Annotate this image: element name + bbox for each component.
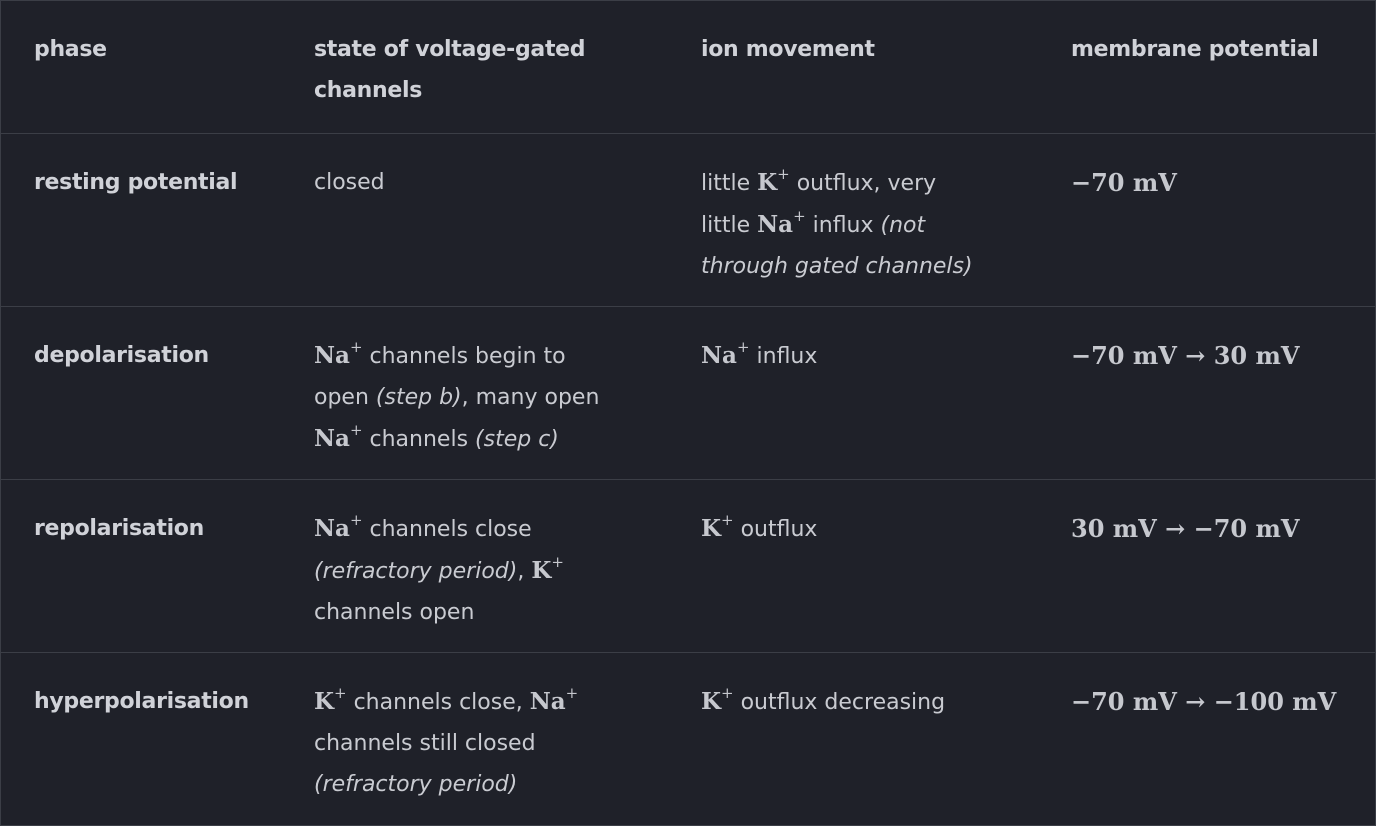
state-cell: Na+ channels begin to open (step b), man… — [281, 305, 668, 479]
state-note: (step c) — [475, 426, 559, 452]
state-text: channels open — [314, 599, 475, 625]
state-text: channels close — [362, 516, 532, 542]
ion-cell: K+ outflux — [668, 478, 1038, 652]
state-line-3: channels open — [314, 592, 654, 633]
ion-na: Na+ — [314, 510, 363, 542]
state-note: (step b) — [375, 384, 462, 410]
ion-k: K+ — [701, 683, 734, 715]
state-text: closed — [314, 169, 385, 195]
potential-value: −70 mV → −100 mV — [1071, 686, 1337, 716]
state-text: , many open — [461, 384, 600, 410]
state-line-1: Na+ channels close — [314, 508, 654, 550]
ion-text: outflux, very — [789, 170, 937, 196]
state-text: channels begin to — [362, 343, 566, 369]
state-line-3: Na+ channels (step c) — [314, 418, 654, 460]
header-membrane-potential: membrane potential — [1071, 37, 1319, 62]
ion-na: Na+ — [314, 337, 363, 369]
state-line-3: (refractory period) — [314, 764, 654, 805]
ion-text: influx — [805, 212, 881, 238]
header-state-line-2: channels — [314, 78, 423, 103]
ion-text: outflux — [733, 516, 818, 542]
ion-line-2: little Na+ influx (not — [701, 204, 1024, 246]
state-text: channels close, — [346, 689, 530, 715]
state-line-2: open (step b), many open — [314, 377, 654, 418]
ion-na: Na+ — [701, 337, 750, 369]
ion-k: K+ — [757, 164, 790, 196]
state-line-2: (refractory period), K+ — [314, 550, 654, 592]
ion-note: (not — [880, 212, 926, 238]
state-text: channels — [362, 426, 476, 452]
table-row: repolarisation Na+ channels close (refra… — [1, 478, 1375, 652]
phase-cell: repolarisation — [1, 478, 281, 652]
potential-cell: −70 mV — [1038, 132, 1375, 306]
table-row: resting potential closed little K+ outfl… — [1, 132, 1375, 306]
potential-cell: −70 mV → 30 mV — [1038, 305, 1375, 479]
ion-cell: little K+ outflux, very little Na+ influ… — [668, 132, 1038, 306]
potential-cell: 30 mV → −70 mV — [1038, 478, 1375, 652]
potential-cell: −70 mV → −100 mV — [1038, 651, 1375, 825]
table-header-row: phase state of voltage-gated channels io… — [1, 1, 1375, 133]
header-ion-movement: ion movement — [701, 37, 875, 62]
ion-text: outflux decreasing — [733, 689, 946, 715]
state-cell: closed — [281, 132, 668, 306]
ion-na: Na+ — [529, 683, 579, 715]
potential-value: 30 mV → −70 mV — [1071, 513, 1300, 543]
state-line-1: K+ channels close, Na+ — [314, 681, 654, 723]
header-state-line-1: state of voltage-gated — [314, 37, 586, 62]
ion-note: through gated channels) — [701, 253, 973, 279]
ion-cell: Na+ influx — [668, 305, 1038, 479]
header-phase: phase — [34, 37, 107, 62]
state-note: (refractory period) — [314, 771, 518, 797]
state-line-2: channels still closed — [314, 723, 654, 764]
phase-cell: depolarisation — [1, 305, 281, 479]
state-cell: K+ channels close, Na+ channels still cl… — [281, 651, 668, 825]
potential-value: −70 mV → 30 mV — [1071, 340, 1300, 370]
phase-cell: hyperpolarisation — [1, 651, 281, 825]
phase-cell: resting potential — [1, 132, 281, 306]
ion-text: influx — [749, 343, 818, 369]
potential-value: −70 mV — [1071, 167, 1177, 197]
table-row: depolarisation Na+ channels begin to ope… — [1, 305, 1375, 479]
ion-text: little — [701, 212, 758, 238]
table-row: hyperpolarisation K+ channels close, Na+… — [1, 651, 1375, 825]
ion-text: little — [701, 170, 758, 196]
state-text: , — [517, 558, 532, 584]
ion-k: K+ — [314, 683, 347, 715]
action-potential-table: phase state of voltage-gated channels io… — [1, 1, 1375, 825]
ion-na: Na+ — [757, 206, 806, 238]
state-text: open — [314, 384, 376, 410]
ion-k: K+ — [531, 552, 564, 584]
header-state: state of voltage-gated channels — [281, 1, 668, 133]
ion-na: Na+ — [314, 420, 363, 452]
state-text: channels still closed — [314, 730, 536, 756]
phase-table-container: phase state of voltage-gated channels io… — [0, 0, 1376, 826]
state-cell: Na+ channels close (refractory period), … — [281, 478, 668, 652]
state-line-1: Na+ channels begin to — [314, 335, 654, 377]
ion-cell: K+ outflux decreasing — [668, 651, 1038, 825]
ion-k: K+ — [701, 510, 734, 542]
ion-line-3: through gated channels) — [701, 246, 1024, 287]
ion-line-1: little K+ outflux, very — [701, 162, 1024, 204]
state-note: (refractory period) — [314, 558, 518, 584]
